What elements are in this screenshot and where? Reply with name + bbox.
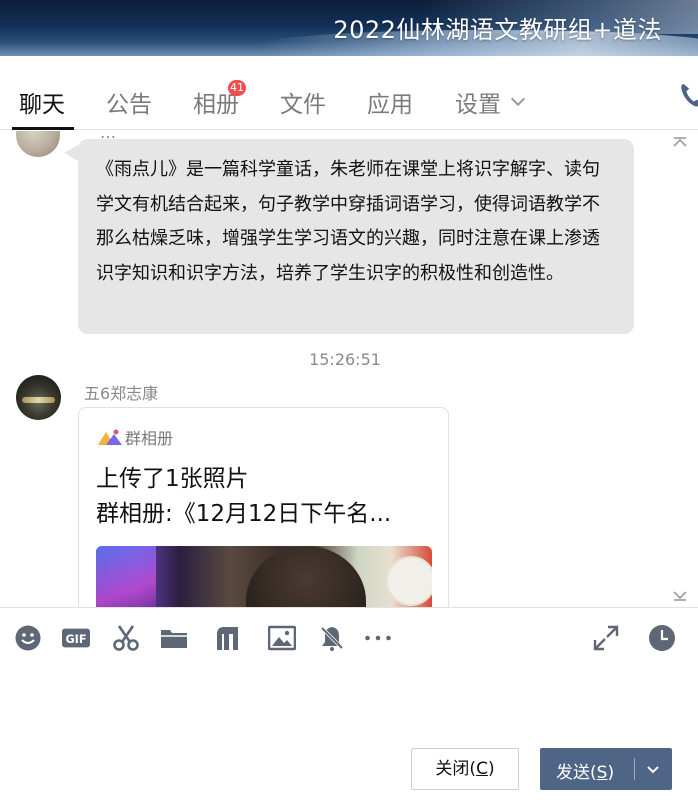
tab-settings[interactable]: 设置	[455, 85, 501, 119]
bell-off-icon[interactable]	[318, 624, 346, 652]
gif-icon[interactable]: GIF	[62, 624, 92, 652]
avatar[interactable]	[16, 375, 61, 420]
tab-chat[interactable]: 聊天	[19, 85, 65, 119]
send-text-end: )	[607, 763, 615, 783]
card-subtitle: 群相册:《12月12日下午名...	[96, 501, 392, 527]
emoji-icon[interactable]	[14, 624, 42, 652]
photo-detail	[96, 546, 156, 607]
card-source-label: 群相册	[125, 429, 174, 448]
more-icon[interactable]	[364, 624, 396, 652]
chevron-down-icon[interactable]	[644, 760, 662, 778]
close-button-label-end: )	[487, 759, 495, 779]
scroll-up-icon[interactable]	[672, 135, 688, 151]
window-header: 2022仙林湖语文教研组+道法	[0, 0, 698, 56]
chevron-down-icon[interactable]	[510, 91, 526, 107]
window-title: 2022仙林湖语文教研组+道法	[333, 16, 662, 44]
send-button[interactable]: 发送(S)	[540, 748, 672, 790]
photo-detail	[386, 556, 432, 606]
gif-icon-label: GIF	[66, 633, 87, 646]
avatar[interactable]	[16, 131, 60, 157]
active-tab-indicator	[12, 127, 74, 130]
chat-messages[interactable]: … 《雨点儿》是一篇科学童话，朱老师在课堂上将识字解字、读句学文有机结合起来，句…	[0, 131, 698, 607]
scissors-icon[interactable]	[112, 624, 140, 652]
photo-thumbnail[interactable]	[96, 546, 432, 607]
album-badge: 41	[228, 80, 246, 96]
tab-bar: 聊天 公告 相册 41 文件 应用 设置	[0, 56, 698, 130]
send-button-label: 发送(S)	[556, 758, 614, 783]
close-button-label: 关闭(	[435, 759, 477, 779]
tab-apps[interactable]: 应用	[367, 85, 413, 119]
send-divider	[634, 758, 635, 780]
album-share-card[interactable]: 群相册 上传了1张照片 群相册:《12月12日下午名...	[78, 407, 449, 607]
message-bubble: 《雨点儿》是一篇科学童话，朱老师在课堂上将识字解字、读句学文有机结合起来，句子教…	[78, 139, 634, 334]
album-logo-icon	[97, 428, 123, 446]
message-timestamp: 15:26:51	[309, 350, 381, 369]
phone-icon[interactable]	[680, 80, 698, 110]
message-input[interactable]	[0, 668, 698, 740]
folder-icon[interactable]	[160, 624, 188, 652]
tab-files[interactable]: 文件	[280, 85, 326, 119]
photo-detail	[246, 546, 366, 607]
clock-icon[interactable]	[648, 624, 676, 652]
expand-icon[interactable]	[592, 624, 620, 652]
image-icon[interactable]	[267, 624, 297, 652]
bubble-tail	[64, 145, 78, 161]
card-title: 上传了1张照片	[96, 466, 249, 492]
message-sender: 五6郑志康	[84, 384, 159, 403]
close-shortcut-key: C	[476, 759, 488, 779]
close-button[interactable]: 关闭(C)	[411, 748, 519, 790]
input-toolbar: GIF	[0, 608, 698, 668]
tab-announcements[interactable]: 公告	[106, 85, 152, 119]
scroll-down-icon[interactable]	[672, 587, 688, 603]
music-icon[interactable]	[214, 624, 242, 652]
send-text: 发送(	[556, 763, 597, 783]
send-shortcut-key: S	[596, 763, 608, 783]
